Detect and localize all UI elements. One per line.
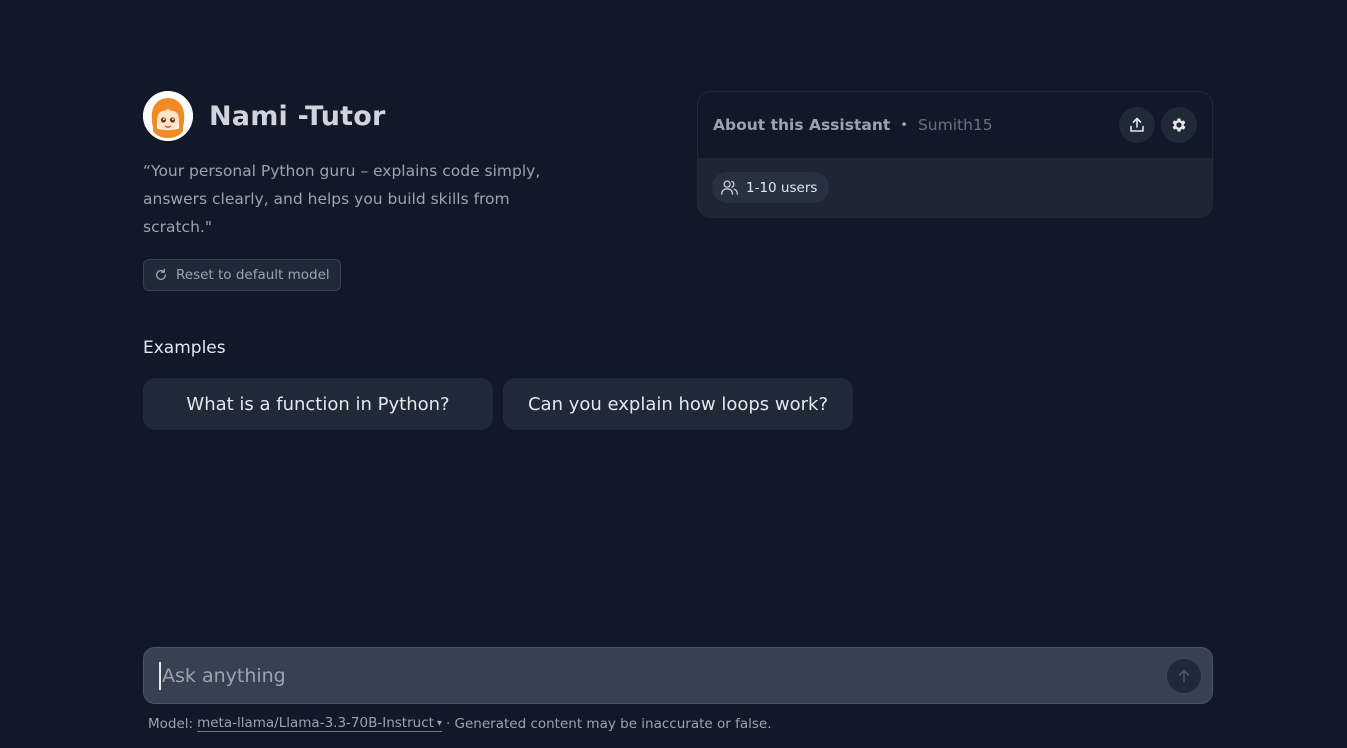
model-name: meta-llama/Llama-3.3-70B-Instruct — [197, 715, 434, 731]
model-selector[interactable]: meta-llama/Llama-3.3-70B-Instruct ▾ — [197, 715, 442, 732]
title-row: Nami -Tutor — [143, 91, 603, 141]
about-author[interactable]: Sumith15 — [918, 116, 993, 134]
avatar — [143, 91, 193, 141]
users-icon — [721, 180, 739, 195]
about-separator: • — [900, 117, 908, 133]
about-body: 1-10 users — [698, 158, 1212, 217]
model-prefix: Model: — [148, 715, 194, 732]
reset-model-label: Reset to default model — [176, 267, 330, 283]
arrow-up-icon — [1178, 669, 1190, 682]
reset-model-button[interactable]: Reset to default model — [143, 259, 341, 291]
chat-input-box — [143, 647, 1213, 704]
disclaimer-text: · Generated content may be inaccurate or… — [445, 715, 772, 732]
example-prompt-button[interactable]: What is a function in Python? — [143, 378, 493, 430]
users-count: 1-10 users — [746, 179, 818, 196]
assistant-name: Nami -Tutor — [209, 100, 386, 132]
about-title: About this Assistant — [713, 116, 891, 134]
avatar-image — [143, 91, 193, 141]
assistant-description: “Your personal Python guru – explains co… — [143, 162, 541, 236]
refresh-icon — [155, 268, 167, 280]
chat-input[interactable] — [161, 648, 1167, 703]
model-footer: Model: meta-llama/Llama-3.3-70B-Instruct… — [148, 715, 772, 732]
users-badge: 1-10 users — [712, 172, 830, 203]
assistant-intro: Nami -Tutor “Your personal Python guru –… — [143, 91, 603, 291]
examples-list: What is a function in Python? Can you ex… — [143, 378, 853, 430]
chevron-down-icon: ▾ — [436, 717, 442, 729]
share-icon — [1130, 117, 1144, 132]
send-button[interactable] — [1167, 658, 1201, 693]
examples-label: Examples — [143, 338, 226, 358]
about-assistant-card: About this Assistant • Sumith15 1-10 use… — [697, 91, 1213, 218]
about-header: About this Assistant • Sumith15 — [698, 92, 1212, 158]
gear-icon — [1172, 118, 1186, 132]
about-actions — [1119, 107, 1197, 143]
assistant-page: Nami -Tutor “Your personal Python guru –… — [0, 0, 1347, 748]
example-prompt-button[interactable]: Can you explain how loops work? — [503, 378, 853, 430]
share-button[interactable] — [1119, 107, 1155, 143]
settings-button[interactable] — [1161, 107, 1197, 143]
examples-section: Examples What is a function in Python? C… — [143, 338, 853, 430]
